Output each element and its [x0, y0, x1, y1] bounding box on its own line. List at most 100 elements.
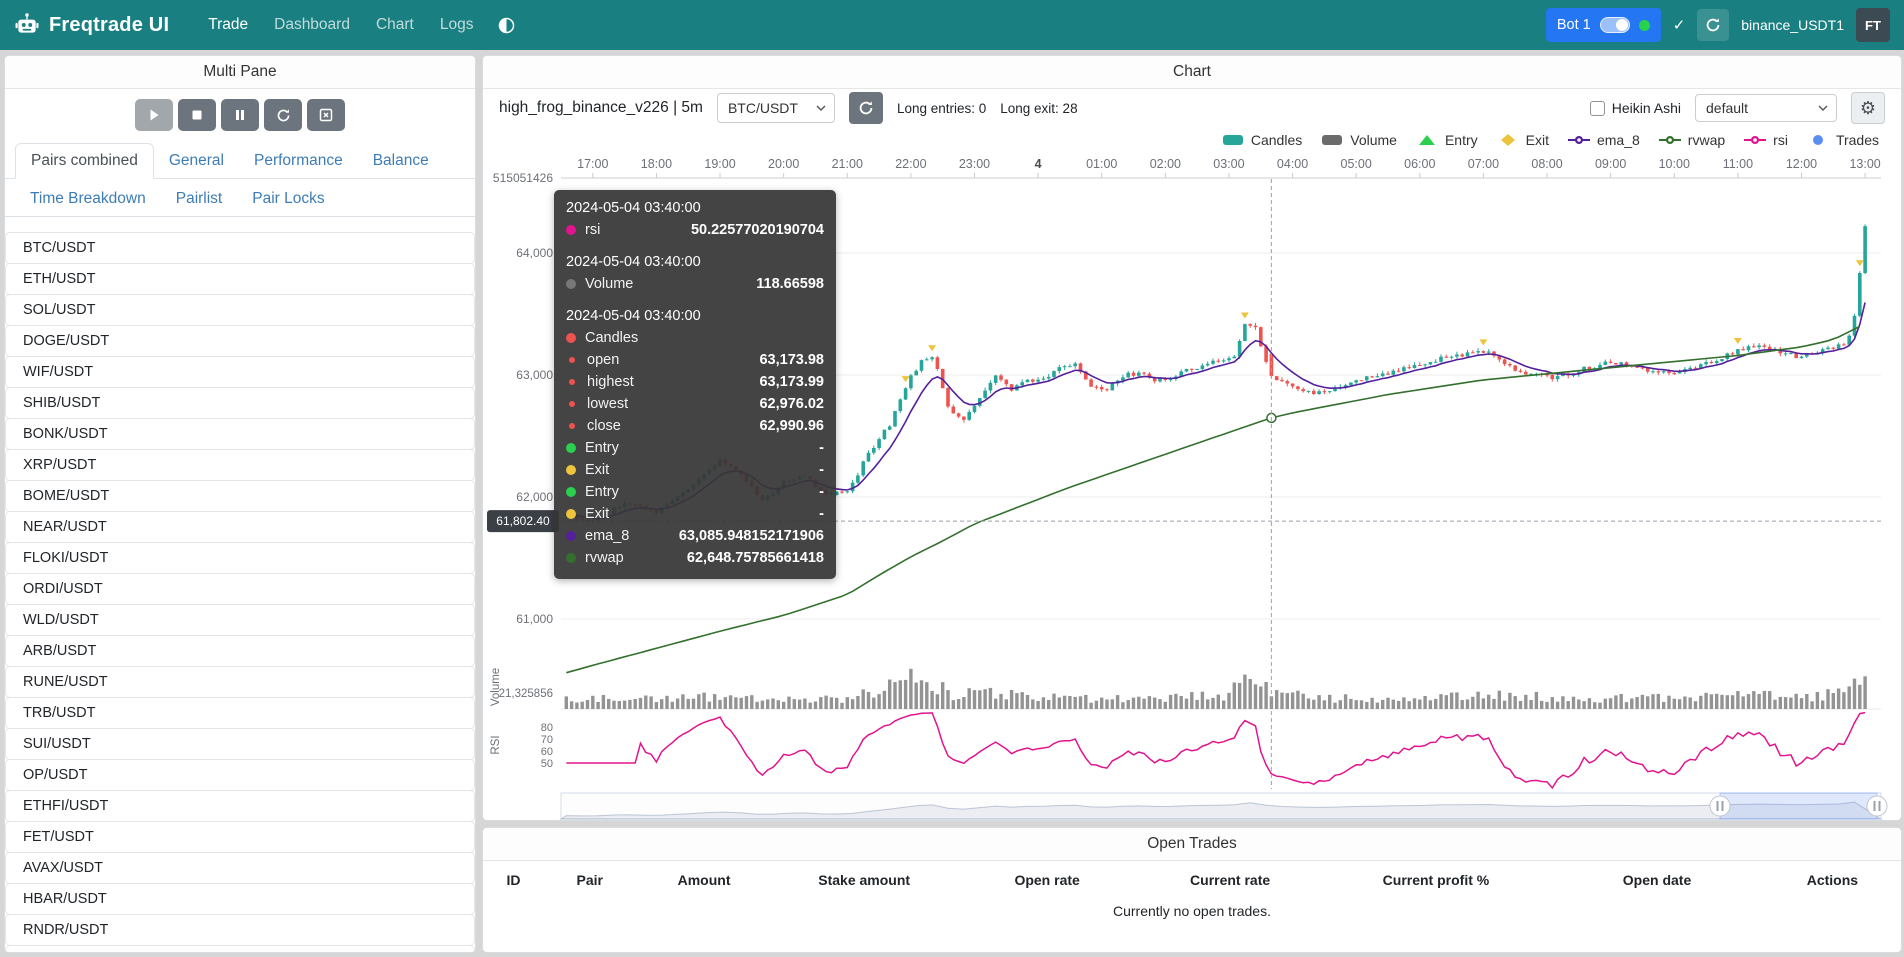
- pair-list-item[interactable]: ORDI/USDT: [5, 573, 475, 605]
- tooltip-label: close: [587, 418, 621, 434]
- pair-list-item[interactable]: DOGE/USDT: [5, 325, 475, 357]
- chart-refresh-button[interactable]: [849, 92, 883, 124]
- nav-link-dashboard[interactable]: Dashboard: [261, 16, 363, 34]
- svg-text:61,802.40: 61,802.40: [496, 514, 550, 528]
- top-navbar: Freqtrade UI TradeDashboardChartLogs Bot…: [0, 0, 1904, 50]
- pair-list-item[interactable]: TRB/USDT: [5, 697, 475, 729]
- svg-text:80: 80: [541, 722, 553, 734]
- theme-toggle-button[interactable]: [486, 17, 527, 34]
- tooltip-value: 118.66598: [756, 276, 824, 292]
- legend-trades-icon: [1805, 133, 1831, 147]
- legend-volume-icon: [1319, 133, 1345, 147]
- svg-text:50: 50: [541, 758, 553, 770]
- clear-trades-button[interactable]: [307, 99, 345, 131]
- tooltip-value: 62,990.96: [759, 418, 824, 434]
- pair-list-item[interactable]: NEAR/USDT: [5, 511, 475, 543]
- legend-ema-8[interactable]: ema_8: [1566, 132, 1640, 148]
- pair-list-item[interactable]: SOL/USDT: [5, 294, 475, 326]
- tab-pair-locks[interactable]: Pair Locks: [237, 182, 339, 216]
- stop-button[interactable]: [178, 99, 216, 131]
- tooltip-row-entry: Entry-: [566, 481, 824, 503]
- tab-pairlist[interactable]: Pairlist: [161, 182, 238, 216]
- open-trades-table: IDPairAmountStake amountOpen rateCurrent…: [483, 865, 1901, 927]
- pair-list-item[interactable]: HBAR/USDT: [5, 883, 475, 915]
- pair-list-item[interactable]: XRP/USDT: [5, 449, 475, 481]
- legend-volume[interactable]: Volume: [1319, 132, 1397, 148]
- pair-list-item[interactable]: AR/USDT: [5, 945, 475, 953]
- tab-general[interactable]: General: [154, 144, 239, 178]
- nav-link-trade[interactable]: Trade: [195, 16, 261, 34]
- pair-list-item[interactable]: WLD/USDT: [5, 604, 475, 636]
- pair-list-item[interactable]: ETH/USDT: [5, 263, 475, 295]
- legend-rsi[interactable]: rsi: [1742, 132, 1788, 148]
- datazoom-handle-left[interactable]: [1710, 796, 1730, 816]
- tab-balance[interactable]: Balance: [358, 144, 444, 178]
- legend-rvwap[interactable]: rvwap: [1657, 132, 1725, 148]
- stop-icon: [190, 108, 204, 122]
- series-marker: [566, 487, 576, 497]
- bot-selector[interactable]: Bot 1: [1546, 8, 1661, 42]
- pair-list-item[interactable]: FLOKI/USDT: [5, 542, 475, 574]
- nav-link-chart[interactable]: Chart: [363, 16, 427, 34]
- column-header-stake-amount: Stake amount: [773, 865, 956, 895]
- heikin-ashi-checkbox[interactable]: [1590, 101, 1605, 116]
- series-marker: [566, 443, 576, 453]
- nav-link-logs[interactable]: Logs: [427, 16, 487, 34]
- svg-text:04:00: 04:00: [1277, 157, 1308, 171]
- pair-list-item[interactable]: RNDR/USDT: [5, 914, 475, 946]
- bot-online-toggle[interactable]: [1600, 17, 1630, 33]
- reload-config-button[interactable]: [264, 99, 302, 131]
- legend-trades[interactable]: Trades: [1805, 132, 1879, 148]
- plot-config-select[interactable]: default: [1695, 94, 1837, 122]
- series-marker: [566, 279, 576, 289]
- pair-select[interactable]: BTC/USDT: [717, 93, 835, 123]
- pair-list-item[interactable]: ETHFI/USDT: [5, 790, 475, 822]
- tooltip-value: 63,173.99: [759, 374, 824, 390]
- tooltip-value: 63,173.98: [759, 352, 824, 368]
- svg-text:60: 60: [541, 746, 553, 758]
- tooltip-section: 2024-05-04 03:40:00Volume118.66598: [566, 254, 824, 295]
- datazoom-slider[interactable]: [561, 793, 1887, 819]
- pair-list-item[interactable]: WIF/USDT: [5, 356, 475, 388]
- svg-text:20:00: 20:00: [768, 157, 799, 171]
- pair-list-item[interactable]: BONK/USDT: [5, 418, 475, 450]
- tooltip-label: Exit: [585, 462, 609, 478]
- datazoom-handle-right[interactable]: [1867, 796, 1887, 816]
- tab-pairs-combined[interactable]: Pairs combined: [15, 143, 154, 179]
- plot-settings-button[interactable]: ⚙: [1851, 92, 1885, 124]
- navbar-refresh-button[interactable]: [1697, 9, 1729, 41]
- pair-list-item[interactable]: AVAX/USDT: [5, 852, 475, 884]
- tooltip-row-exit: Exit-: [566, 459, 824, 481]
- freqtrade-robot-icon: [14, 12, 40, 38]
- tab-performance[interactable]: Performance: [239, 144, 358, 178]
- tab-time-breakdown[interactable]: Time Breakdown: [15, 182, 161, 216]
- legend-label: ema_8: [1597, 132, 1640, 148]
- pair-list-item[interactable]: OP/USDT: [5, 759, 475, 791]
- pair-list-item[interactable]: BOME/USDT: [5, 480, 475, 512]
- legend-exit[interactable]: Exit: [1495, 132, 1549, 148]
- tooltip-value: -: [819, 484, 824, 500]
- legend-entry[interactable]: Entry: [1414, 132, 1478, 148]
- tooltip-label: rvwap: [585, 550, 624, 566]
- pair-list-item[interactable]: ARB/USDT: [5, 635, 475, 667]
- legend-label: Entry: [1445, 132, 1478, 148]
- pair-list-item[interactable]: SHIB/USDT: [5, 387, 475, 419]
- tooltip-value: 62,976.02: [759, 396, 824, 412]
- pause-button[interactable]: [221, 99, 259, 131]
- start-button[interactable]: [135, 99, 173, 131]
- svg-text:22:00: 22:00: [895, 157, 926, 171]
- legend-exit-icon: [1495, 133, 1521, 147]
- heikin-ashi-toggle[interactable]: Heikin Ashi: [1590, 100, 1681, 116]
- rsi-series: [566, 713, 1865, 788]
- chart-panel-title: Chart: [483, 56, 1901, 89]
- pair-list-item[interactable]: FET/USDT: [5, 821, 475, 853]
- legend-label: rvwap: [1688, 132, 1725, 148]
- pair-list-item[interactable]: BTC/USDT: [5, 232, 475, 264]
- strategy-label: high_frog_binance_v226 | 5m: [499, 99, 703, 117]
- svg-text:05:00: 05:00: [1341, 157, 1372, 171]
- legend-candles[interactable]: Candles: [1220, 132, 1302, 148]
- svg-text:70: 70: [541, 734, 553, 746]
- user-avatar[interactable]: FT: [1856, 8, 1890, 42]
- pair-list-item[interactable]: SUI/USDT: [5, 728, 475, 760]
- pair-list-item[interactable]: RUNE/USDT: [5, 666, 475, 698]
